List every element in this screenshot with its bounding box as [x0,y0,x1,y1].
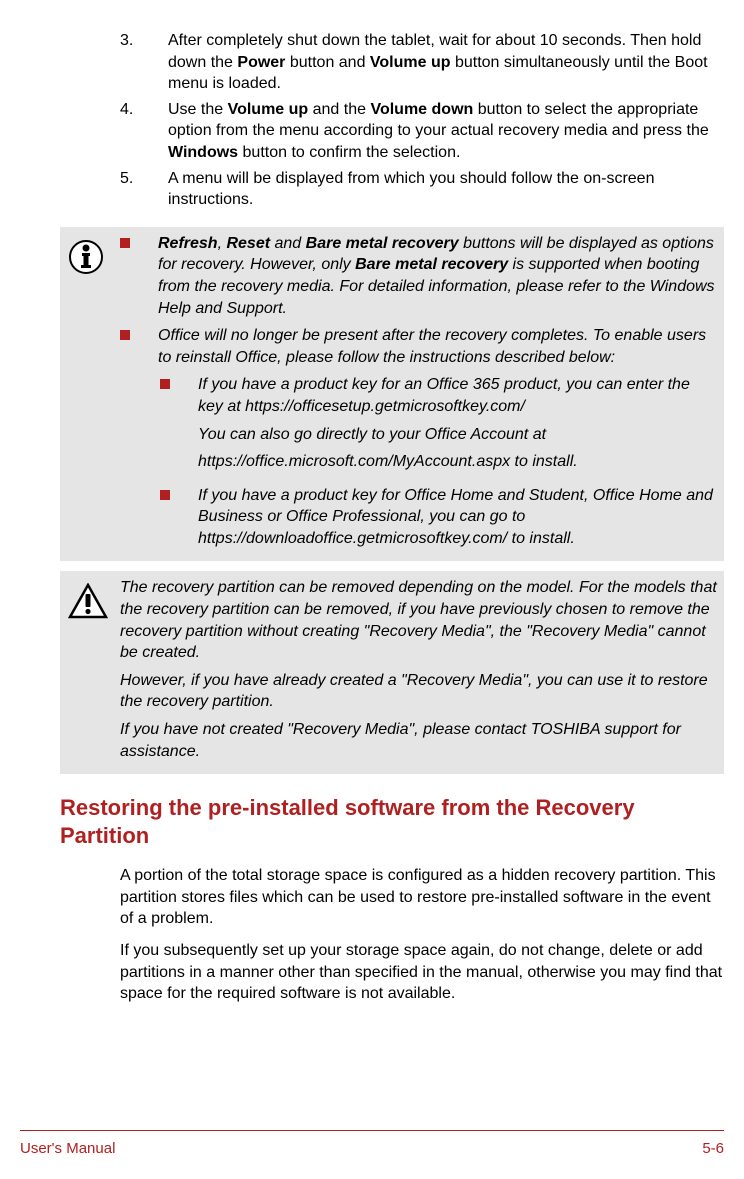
bullet-icon [160,379,170,389]
bullet-icon [120,238,130,248]
sub-bullets: If you have a product key for an Office … [160,374,718,549]
bullet-text: Refresh, Reset and Bare metal recovery b… [158,233,718,319]
list-text: A menu will be displayed from which you … [168,168,724,211]
bullet-text: Office will no longer be present after t… [158,325,718,368]
list-number: 5. [120,168,168,211]
info-callout: Refresh, Reset and Bare metal recovery b… [60,227,724,562]
ordered-list: 3. After completely shut down the tablet… [120,30,724,211]
list-item: 4. Use the Volume up and the Volume down… [120,99,724,164]
bullet-item: Refresh, Reset and Bare metal recovery b… [120,233,718,319]
list-item: 5. A menu will be displayed from which y… [120,168,724,211]
warning-para: If you have not created "Recovery Media"… [120,719,718,762]
warning-icon [60,577,120,768]
warning-para: The recovery partition can be removed de… [120,577,718,663]
list-number: 3. [120,30,168,95]
info-body: Refresh, Reset and Bare metal recovery b… [120,233,724,556]
list-text: After completely shut down the tablet, w… [168,30,724,95]
page-footer: User's Manual 5-6 [20,1130,724,1159]
bullet-icon [120,330,130,340]
warning-body: The recovery partition can be removed de… [120,577,724,768]
list-number: 4. [120,99,168,164]
warning-para: However, if you have already created a "… [120,670,718,713]
section-heading: Restoring the pre-installed software fro… [60,794,724,849]
info-icon [60,233,120,556]
warning-callout: The recovery partition can be removed de… [60,571,724,774]
sub-bullet-item: If you have a product key for an Office … [160,374,718,478]
sub-bullet-text: If you have a product key for an Office … [198,374,718,478]
footer-right: 5-6 [702,1139,724,1159]
bullet-icon [160,490,170,500]
bullet-item: Office will no longer be present after t… [120,325,718,368]
section-para: A portion of the total storage space is … [120,865,724,930]
section-para: If you subsequently set up your storage … [120,940,724,1005]
list-text: Use the Volume up and the Volume down bu… [168,99,724,164]
sub-bullet-item: If you have a product key for Office Hom… [160,485,718,550]
page-content: 3. After completely shut down the tablet… [0,0,744,1005]
list-item: 3. After completely shut down the tablet… [120,30,724,95]
sub-bullet-text: If you have a product key for Office Hom… [198,485,718,550]
footer-left: User's Manual [20,1139,115,1159]
